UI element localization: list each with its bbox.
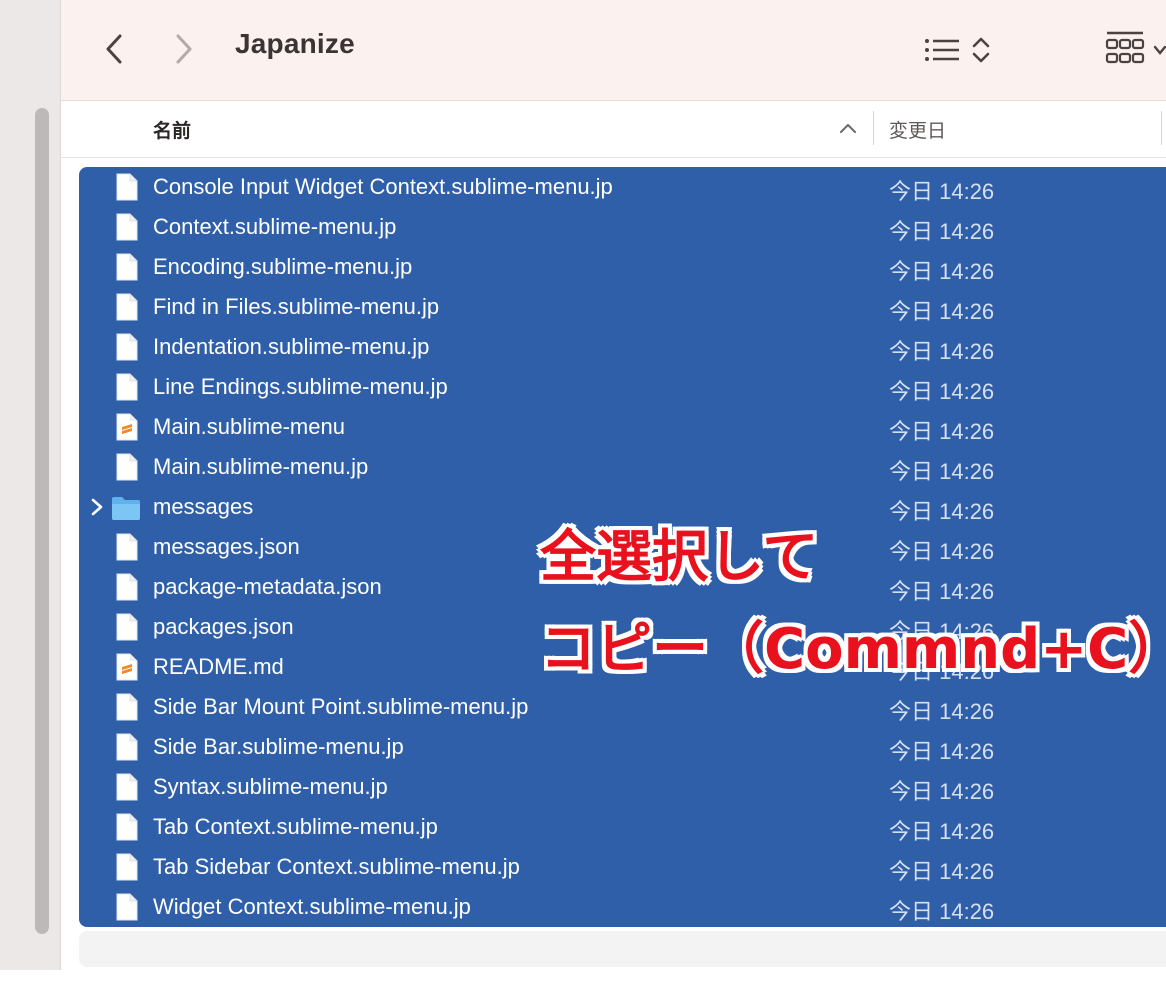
annotation-copy: コピー（Commnd+C）: [540, 617, 1166, 682]
file-name: Side Bar.sublime-menu.jp: [153, 734, 404, 759]
document-icon: [115, 533, 139, 561]
file-row[interactable]: Widget Context.sublime-menu.jp 今日 14:26: [79, 887, 1166, 927]
document-icon: [115, 333, 139, 361]
column-divider[interactable]: [1161, 111, 1162, 145]
sublime-file-icon: [115, 413, 139, 441]
sort-ascending-icon[interactable]: [839, 121, 857, 135]
file-row[interactable]: Main.sublime-menu 今日 14:26: [79, 407, 1166, 447]
file-name: Find in Files.sublime-menu.jp: [153, 294, 440, 319]
file-name: package-metadata.json: [153, 574, 382, 599]
file-date: 今日 14:26: [889, 699, 995, 724]
forward-button[interactable]: [169, 30, 199, 68]
file-date: 今日 14:26: [889, 579, 995, 604]
file-name: Console Input Widget Context.sublime-men…: [153, 174, 613, 199]
annotation-select-all: 全選択して: [540, 525, 819, 590]
document-icon: [115, 293, 139, 321]
column-date-header[interactable]: 変更日: [889, 116, 946, 143]
file-name: Main.sublime-menu: [153, 414, 345, 439]
finder-window: Japanize 名前 変更日 Console Input Widget Con…: [0, 0, 1166, 1006]
file-row[interactable]: Main.sublime-menu.jp 今日 14:26: [79, 447, 1166, 487]
file-name: Tab Context.sublime-menu.jp: [153, 814, 438, 839]
window-title: Japanize: [235, 28, 355, 59]
document-icon: [115, 813, 139, 841]
grid-view-button[interactable]: [1105, 28, 1166, 72]
file-date: 今日 14:26: [889, 179, 995, 204]
document-icon: [115, 693, 139, 721]
file-date: 今日 14:26: [889, 779, 995, 804]
file-row[interactable]: Tab Context.sublime-menu.jp 今日 14:26: [79, 807, 1166, 847]
file-name: Line Endings.sublime-menu.jp: [153, 374, 448, 399]
file-name: README.md: [153, 654, 284, 679]
file-row[interactable]: Tab Sidebar Context.sublime-menu.jp 今日 14…: [79, 847, 1166, 887]
status-bar: [79, 931, 1166, 967]
file-date: 今日 14:26: [889, 379, 995, 404]
folder-icon: [111, 495, 140, 523]
file-row[interactable]: Indentation.sublime-menu.jp 今日 14:26: [79, 327, 1166, 367]
column-header: 名前 変更日: [61, 101, 1166, 158]
file-name: Side Bar Mount Point.sublime-menu.jp: [153, 694, 529, 719]
back-button[interactable]: [99, 30, 129, 68]
file-date: 今日 14:26: [889, 539, 995, 564]
document-icon: [115, 173, 139, 201]
sort-toggle-icon: [972, 37, 990, 63]
list-view-button[interactable]: [923, 30, 1001, 70]
sublime-file-icon: [115, 653, 139, 681]
chevron-down-icon: [1153, 45, 1166, 55]
file-name: Tab Sidebar Context.sublime-menu.jp: [153, 854, 520, 879]
file-date: 今日 14:26: [889, 339, 995, 364]
file-row[interactable]: Context.sublime-menu.jp 今日 14:26: [79, 207, 1166, 247]
file-name: Main.sublime-menu.jp: [153, 454, 369, 479]
file-name: Encoding.sublime-menu.jp: [153, 254, 413, 279]
chevron-left-icon: [106, 34, 122, 64]
file-row[interactable]: Line Endings.sublime-menu.jp 今日 14:26: [79, 367, 1166, 407]
file-name: Indentation.sublime-menu.jp: [153, 334, 430, 359]
document-icon: [115, 773, 139, 801]
file-row[interactable]: Side Bar.sublime-menu.jp 今日 14:26: [79, 727, 1166, 767]
file-date: 今日 14:26: [889, 819, 995, 844]
document-icon: [115, 733, 139, 761]
document-icon: [115, 853, 139, 881]
chevron-right-icon: [176, 34, 192, 64]
document-icon: [115, 373, 139, 401]
file-date: 今日 14:26: [889, 739, 995, 764]
list-view-icon: [925, 39, 959, 61]
file-name: Syntax.sublime-menu.jp: [153, 774, 388, 799]
document-icon: [115, 893, 139, 921]
file-date: 今日 14:26: [889, 299, 995, 324]
document-icon: [115, 613, 139, 641]
file-row[interactable]: Console Input Widget Context.sublime-men…: [79, 167, 1166, 207]
file-row[interactable]: Find in Files.sublime-menu.jp 今日 14:26: [79, 287, 1166, 327]
document-icon: [115, 253, 139, 281]
sidebar: [0, 0, 61, 970]
document-icon: [115, 453, 139, 481]
file-row[interactable]: Syntax.sublime-menu.jp 今日 14:26: [79, 767, 1166, 807]
file-name: messages: [153, 494, 254, 519]
column-divider[interactable]: [873, 111, 874, 145]
file-name: Context.sublime-menu.jp: [153, 214, 397, 239]
file-date: 今日 14:26: [889, 219, 995, 244]
file-row[interactable]: Side Bar Mount Point.sublime-menu.jp 今日 1…: [79, 687, 1166, 727]
file-name: Widget Context.sublime-menu.jp: [153, 894, 471, 919]
file-date: 今日 14:26: [889, 499, 995, 524]
file-date: 今日 14:26: [889, 459, 995, 484]
grid-view-icon: [1105, 31, 1145, 64]
sidebar-scrollbar[interactable]: [35, 108, 49, 934]
document-icon: [115, 573, 139, 601]
disclosure-chevron-icon[interactable]: [89, 497, 105, 517]
file-name: packages.json: [153, 614, 294, 639]
file-row[interactable]: Encoding.sublime-menu.jp 今日 14:26: [79, 247, 1166, 287]
document-icon: [115, 213, 139, 241]
file-date: 今日 14:26: [889, 859, 995, 884]
toolbar: Japanize: [61, 0, 1166, 101]
file-date: 今日 14:26: [889, 899, 995, 924]
file-name: messages.json: [153, 534, 300, 559]
file-date: 今日 14:26: [889, 419, 995, 444]
file-date: 今日 14:26: [889, 259, 995, 284]
column-name-header[interactable]: 名前: [153, 116, 191, 143]
